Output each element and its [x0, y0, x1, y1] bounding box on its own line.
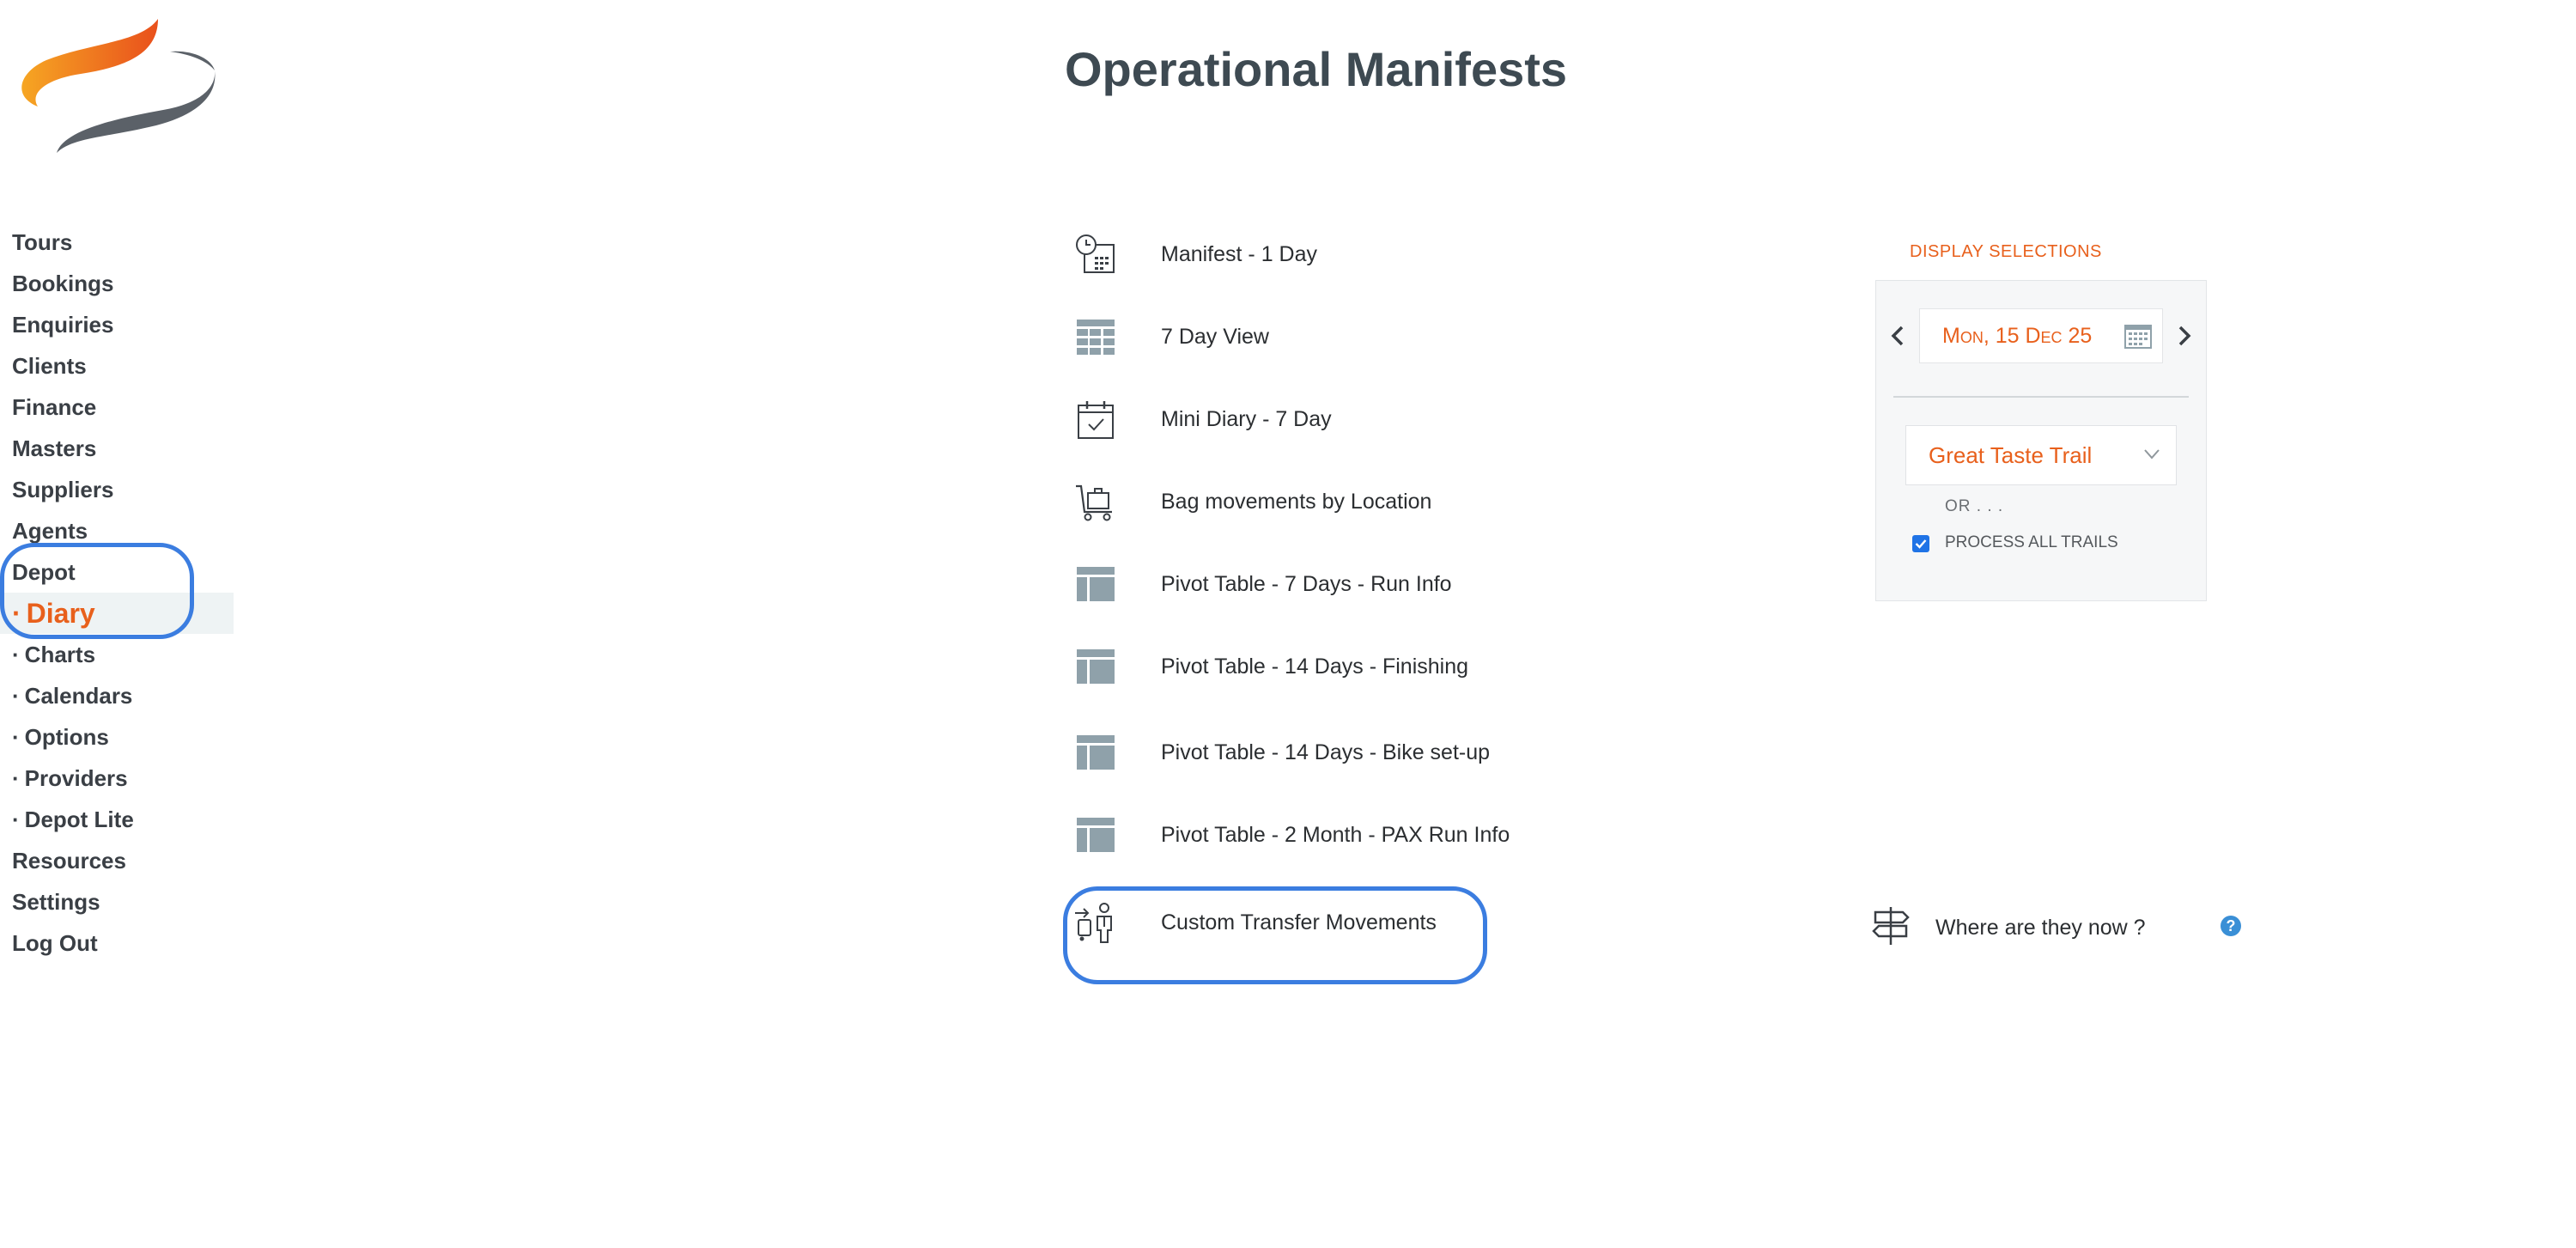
sidebar-item-charts[interactable]: · Charts	[0, 634, 234, 675]
sidebar-item-label: Bookings	[12, 271, 114, 296]
transfer-person-icon	[1073, 900, 1118, 945]
sidebar-item-label: Resources	[12, 848, 126, 874]
manifest-item-label: Manifest - 1 Day	[1161, 241, 1318, 266]
manifest-item-7-day-view[interactable]: 7 Day View	[1073, 311, 1554, 362]
grid-table-icon	[1073, 314, 1118, 359]
sidebar-item-resources[interactable]: Resources	[0, 840, 234, 881]
pivot-table-icon	[1073, 644, 1118, 689]
display-selections-heading: DISPLAY SELECTIONS	[1910, 242, 2102, 261]
sidebar-item-options[interactable]: · Options	[0, 716, 234, 758]
manifest-item-label: Mini Diary - 7 Day	[1161, 406, 1332, 431]
signpost-icon	[1872, 905, 1910, 951]
calendar-check-icon	[1073, 397, 1118, 441]
checkmark-icon	[1915, 539, 1927, 549]
where-are-they-now-label: Where are they now ?	[1935, 915, 2146, 940]
sidebar-item-log-out[interactable]: Log Out	[0, 922, 234, 964]
sidebar-item-label: Finance	[12, 394, 97, 420]
panel-divider	[1893, 396, 2189, 398]
manifest-item-bag-movements-by-location[interactable]: Bag movements by Location	[1073, 476, 1554, 527]
prev-date-button[interactable]	[1885, 319, 1911, 353]
chevron-down-icon	[2143, 448, 2160, 465]
calendar-icon[interactable]	[2124, 323, 2152, 353]
sidebar-item-label: Tours	[12, 229, 73, 255]
chevron-right-icon	[2178, 326, 2191, 346]
sidebar-item-label: Suppliers	[12, 477, 114, 502]
sidebar-item-suppliers[interactable]: Suppliers	[0, 469, 234, 510]
sidebar-item-label: Depot	[12, 559, 76, 585]
display-selections-panel: Mon, 15 Dec 25 Great Taste Trail OR . . …	[1875, 280, 2207, 601]
sidebar-item-masters[interactable]: Masters	[0, 428, 234, 469]
sidebar-item-label: Log Out	[12, 930, 98, 956]
manifest-item-label: Pivot Table - 2 Month - PAX Run Info	[1161, 822, 1510, 847]
sidebar-item-providers[interactable]: · Providers	[0, 758, 234, 799]
trail-select[interactable]: Great Taste Trail	[1905, 425, 2177, 485]
sidebar-item-clients[interactable]: Clients	[0, 345, 234, 387]
manifest-item-pivot-table-2-month-pax-run-info[interactable]: Pivot Table - 2 Month - PAX Run Info	[1073, 809, 1554, 861]
sidebar-item-label: Depot Lite	[24, 807, 134, 832]
sidebar-item-label: Diary	[26, 598, 95, 629]
help-icon[interactable]: ?	[2221, 916, 2241, 936]
or-separator: OR . . .	[1945, 497, 2004, 515]
manifest-item-label: Custom Transfer Movements	[1161, 910, 1437, 934]
sidebar-item-calendars[interactable]: · Calendars	[0, 675, 234, 716]
chevron-left-icon	[1891, 326, 1904, 346]
company-logo	[12, 17, 218, 155]
manifest-item-pivot-table-7-days-run-info[interactable]: Pivot Table - 7 Days - Run Info	[1073, 558, 1554, 610]
sub-item-bullet: ·	[12, 765, 20, 791]
manifest-item-label: Pivot Table - 14 Days - Finishing	[1161, 654, 1469, 679]
date-picker[interactable]: Mon, 15 Dec 25	[1919, 308, 2163, 363]
page-title: Operational Manifests	[1065, 42, 1568, 96]
sidebar-item-settings[interactable]: Settings	[0, 881, 234, 922]
sidebar-item-diary[interactable]: · Diary	[0, 593, 234, 634]
pivot-table-icon	[1073, 562, 1118, 606]
sidebar-item-depot[interactable]: Depot	[0, 551, 234, 593]
sub-item-bullet: ·	[12, 642, 20, 667]
process-all-trails-label: PROCESS ALL TRAILS	[1945, 533, 2118, 551]
sidebar-item-label: Agents	[12, 518, 88, 544]
process-all-trails-checkbox[interactable]	[1912, 535, 1929, 552]
sidebar-nav: Tours Bookings Enquiries Clients Finance Mast…	[0, 222, 234, 964]
where-are-they-now-link[interactable]: Where are they now ?	[1872, 904, 2146, 952]
sidebar-item-depot-lite[interactable]: · Depot Lite	[0, 799, 234, 840]
manifest-item-label: 7 Day View	[1161, 324, 1269, 349]
sidebar-item-bookings[interactable]: Bookings	[0, 263, 234, 304]
calendar-clock-icon	[1073, 232, 1118, 277]
date-value: Mon, 15 Dec 25	[1942, 324, 2093, 348]
sub-item-bullet: ·	[12, 598, 21, 629]
next-date-button[interactable]	[2172, 319, 2197, 353]
pivot-table-icon	[1073, 730, 1118, 775]
sidebar-item-label: Options	[24, 724, 109, 750]
manifest-item-label: Pivot Table - 14 Days - Bike set-up	[1161, 740, 1491, 764]
manifest-item-label: Pivot Table - 7 Days - Run Info	[1161, 571, 1452, 596]
sidebar-item-label: Charts	[24, 642, 96, 667]
sidebar-item-label: Calendars	[24, 683, 133, 709]
sub-item-bullet: ·	[12, 683, 20, 709]
manifest-item-pivot-table-14-days-bike-set-up[interactable]: Pivot Table - 14 Days - Bike set-up	[1073, 727, 1554, 778]
sidebar-item-label: Clients	[12, 353, 87, 379]
manifest-item-mini-diary-7-day[interactable]: Mini Diary - 7 Day	[1073, 393, 1554, 445]
pivot-table-icon	[1073, 813, 1118, 857]
sidebar-item-label: Enquiries	[12, 312, 114, 338]
manifest-item-label: Bag movements by Location	[1161, 489, 1432, 514]
sidebar-item-label: Settings	[12, 889, 100, 915]
sidebar-item-enquiries[interactable]: Enquiries	[0, 304, 234, 345]
manifest-item-manifest-1-day[interactable]: Manifest - 1 Day	[1073, 228, 1554, 280]
sidebar-item-label: Masters	[12, 435, 97, 461]
sidebar-item-label: Providers	[24, 765, 128, 791]
sidebar-item-tours[interactable]: Tours	[0, 222, 234, 263]
luggage-cart-icon	[1073, 479, 1118, 524]
sidebar-item-agents[interactable]: Agents	[0, 510, 234, 551]
sidebar-item-finance[interactable]: Finance	[0, 387, 234, 428]
manifest-item-pivot-table-14-days-finishing[interactable]: Pivot Table - 14 Days - Finishing	[1073, 641, 1554, 692]
manifest-item-custom-transfer-movements[interactable]: Custom Transfer Movements	[1073, 897, 1554, 948]
sub-item-bullet: ·	[12, 724, 20, 750]
trail-select-value: Great Taste Trail	[1929, 442, 2093, 468]
sub-item-bullet: ·	[12, 807, 20, 832]
